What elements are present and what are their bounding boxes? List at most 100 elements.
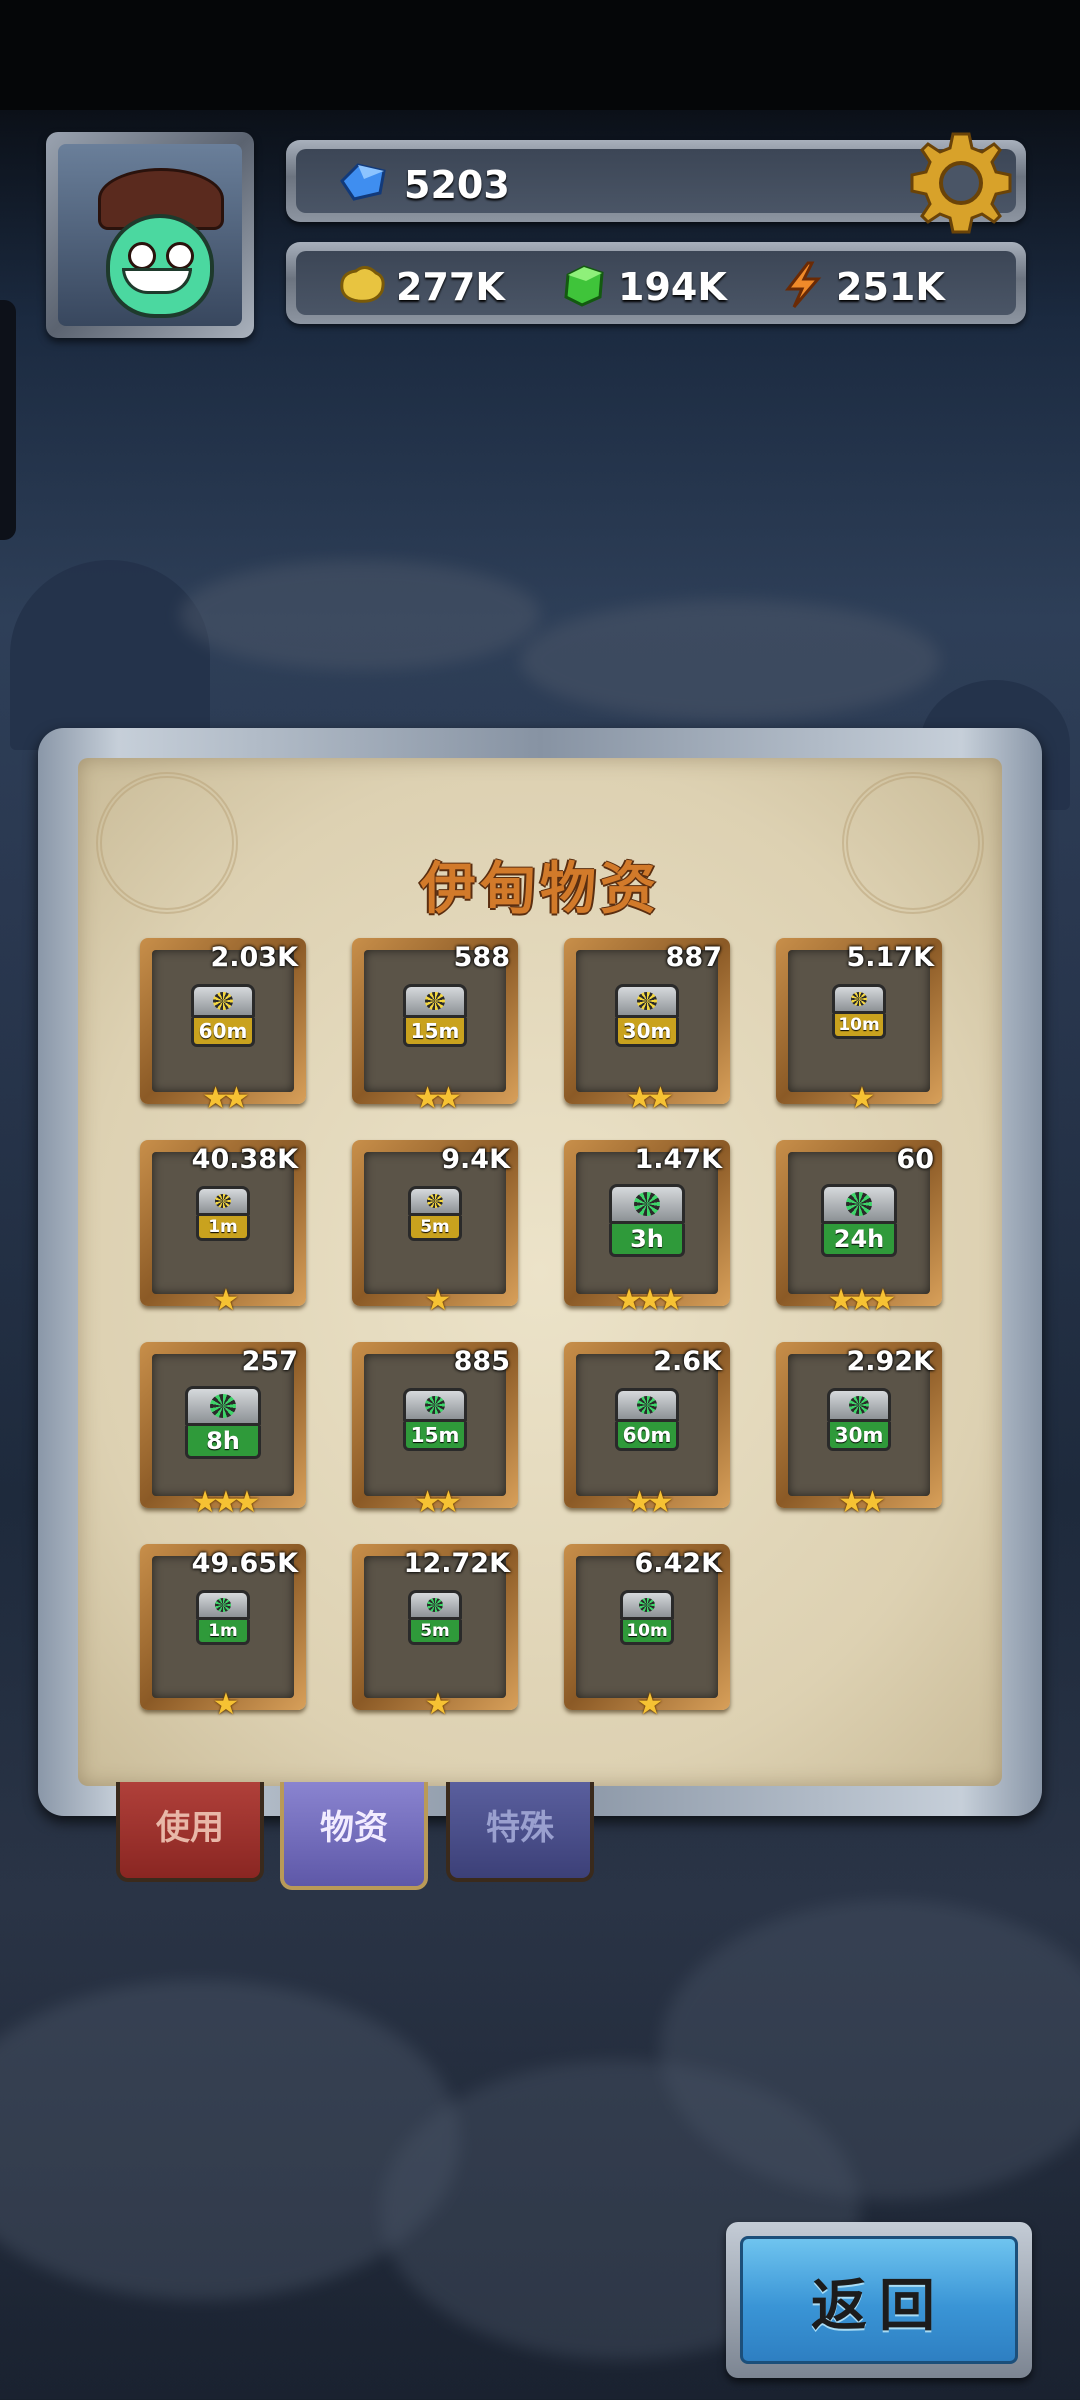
item-slot[interactable]: 30m 887 ★★ (564, 938, 730, 1116)
fan-icon (846, 1192, 872, 1216)
supply-box-icon: 5m (408, 1186, 462, 1241)
fan-icon (427, 1194, 443, 1208)
item-count: 2.92K (846, 1346, 934, 1377)
supply-box-icon: 10m (832, 984, 886, 1039)
fan-icon (427, 1598, 443, 1612)
item-slot[interactable]: 3h 1.47K ★★★ (564, 1140, 730, 1318)
item-star-rating: ★★★ (827, 1283, 897, 1318)
item-slot[interactable]: 8h 257 ★★★ (140, 1342, 306, 1520)
supply-box-icon: 1m (196, 1186, 250, 1241)
item-slot[interactable]: 15m 588 ★★ (352, 938, 518, 1116)
item-star-rating: ★★ (626, 1081, 674, 1116)
item-count: 60 (896, 1144, 934, 1175)
item-slot[interactable]: 60m 2.6K ★★ (564, 1342, 730, 1520)
fan-icon (639, 1598, 655, 1612)
item-star-rating: ★ (212, 1283, 240, 1318)
item-count: 2.03K (210, 942, 298, 973)
player-avatar[interactable] (46, 132, 254, 338)
item-count: 49.65K (191, 1548, 298, 1579)
item-count: 257 (241, 1346, 298, 1377)
item-duration-label: 1m (196, 1216, 250, 1241)
fan-icon (637, 1396, 657, 1414)
fan-icon (215, 1598, 231, 1612)
item-duration-label: 1m (196, 1620, 250, 1645)
resource-bar[interactable]: 277K 194K 251K (286, 242, 1026, 324)
item-slot[interactable]: 10m 5.17K ★ (776, 938, 942, 1116)
fan-icon (637, 992, 657, 1010)
item-star-rating: ★★ (626, 1485, 674, 1520)
item-count: 40.38K (191, 1144, 298, 1175)
item-slot[interactable]: 24h 60 ★★★ (776, 1140, 942, 1318)
item-duration-label: 5m (408, 1216, 462, 1241)
item-count: 887 (665, 942, 722, 973)
supply-box-icon: 15m (403, 1388, 467, 1451)
top-status-area (0, 0, 1080, 110)
supply-box-icon: 5m (408, 1590, 462, 1645)
item-slot[interactable]: 1m 40.38K ★ (140, 1140, 306, 1318)
gold-ore-icon (340, 266, 385, 303)
item-duration-label: 30m (615, 1018, 679, 1047)
item-star-rating: ★★★ (615, 1283, 685, 1318)
item-count: 6.42K (634, 1548, 722, 1579)
item-slot[interactable]: 60m 2.03K ★★ (140, 938, 306, 1116)
fan-icon (851, 992, 867, 1006)
item-duration-label: 10m (620, 1620, 674, 1645)
item-duration-label: 30m (827, 1422, 891, 1451)
item-star-rating: ★ (212, 1687, 240, 1722)
item-star-rating: ★★★ (191, 1485, 261, 1520)
tab-use[interactable]: 使用 (116, 1782, 264, 1882)
energy-bolt-icon (784, 261, 822, 308)
tab-special[interactable]: 特殊 (446, 1782, 594, 1882)
hero-face (106, 214, 214, 318)
item-count: 885 (453, 1346, 510, 1377)
fan-icon (210, 1394, 236, 1418)
item-slot[interactable]: 30m 2.92K ★★ (776, 1342, 942, 1520)
back-button-face: 返回 (740, 2236, 1018, 2364)
fan-icon (849, 1396, 869, 1414)
item-star-rating: ★★ (414, 1081, 462, 1116)
item-count: 1.47K (634, 1144, 722, 1175)
back-button-label: 返回 (811, 2274, 947, 2339)
item-duration-label: 24h (821, 1224, 897, 1257)
tab-supplies[interactable]: 物资 (280, 1782, 428, 1890)
item-star-rating: ★ (636, 1687, 664, 1722)
item-star-rating: ★★ (414, 1485, 462, 1520)
supply-box-icon: 1m (196, 1590, 250, 1645)
supply-box-icon: 24h (821, 1184, 897, 1257)
fan-icon (425, 1396, 445, 1414)
supply-box-icon: 8h (185, 1386, 261, 1459)
fan-icon (634, 1192, 660, 1216)
settings-gear-icon[interactable] (906, 128, 1016, 238)
inventory-panel: 伊甸物资 60m 2.03K ★★ 15m 588 ★★ 30m 887 ★★ 10m 5.17K ★… (38, 728, 1042, 1816)
avatar-portrait (58, 144, 242, 326)
gem-icon (340, 163, 386, 201)
resource-bar-inner: 277K 194K 251K (296, 251, 1016, 315)
supply-box-icon: 10m (620, 1590, 674, 1645)
hero-eye-right (166, 242, 194, 270)
item-slot[interactable]: 5m 12.72K ★ (352, 1544, 518, 1722)
fan-icon (215, 1194, 231, 1208)
item-slot[interactable]: 1m 49.65K ★ (140, 1544, 306, 1722)
supply-box-icon: 15m (403, 984, 467, 1047)
back-button[interactable]: 返回 (726, 2222, 1032, 2378)
item-slot[interactable]: 15m 885 ★★ (352, 1342, 518, 1520)
item-star-rating: ★★ (202, 1081, 250, 1116)
edge-handle[interactable] (0, 300, 16, 540)
background-cloud (180, 560, 540, 670)
item-duration-label: 15m (403, 1422, 467, 1451)
item-duration-label: 60m (191, 1018, 255, 1047)
item-slot[interactable]: 5m 9.4K ★ (352, 1140, 518, 1318)
item-count: 12.72K (403, 1548, 510, 1579)
item-duration-label: 3h (609, 1224, 685, 1257)
item-duration-label: 5m (408, 1620, 462, 1645)
item-star-rating: ★ (424, 1687, 452, 1722)
supply-box-icon: 30m (615, 984, 679, 1047)
item-duration-label: 10m (832, 1014, 886, 1039)
item-slot[interactable]: 10m 6.42K ★ (564, 1544, 730, 1722)
item-count: 2.6K (653, 1346, 722, 1377)
item-star-rating: ★ (848, 1081, 876, 1116)
item-duration-label: 15m (403, 1018, 467, 1047)
item-count: 588 (453, 942, 510, 973)
fan-icon (425, 992, 445, 1010)
item-count: 9.4K (441, 1144, 510, 1175)
